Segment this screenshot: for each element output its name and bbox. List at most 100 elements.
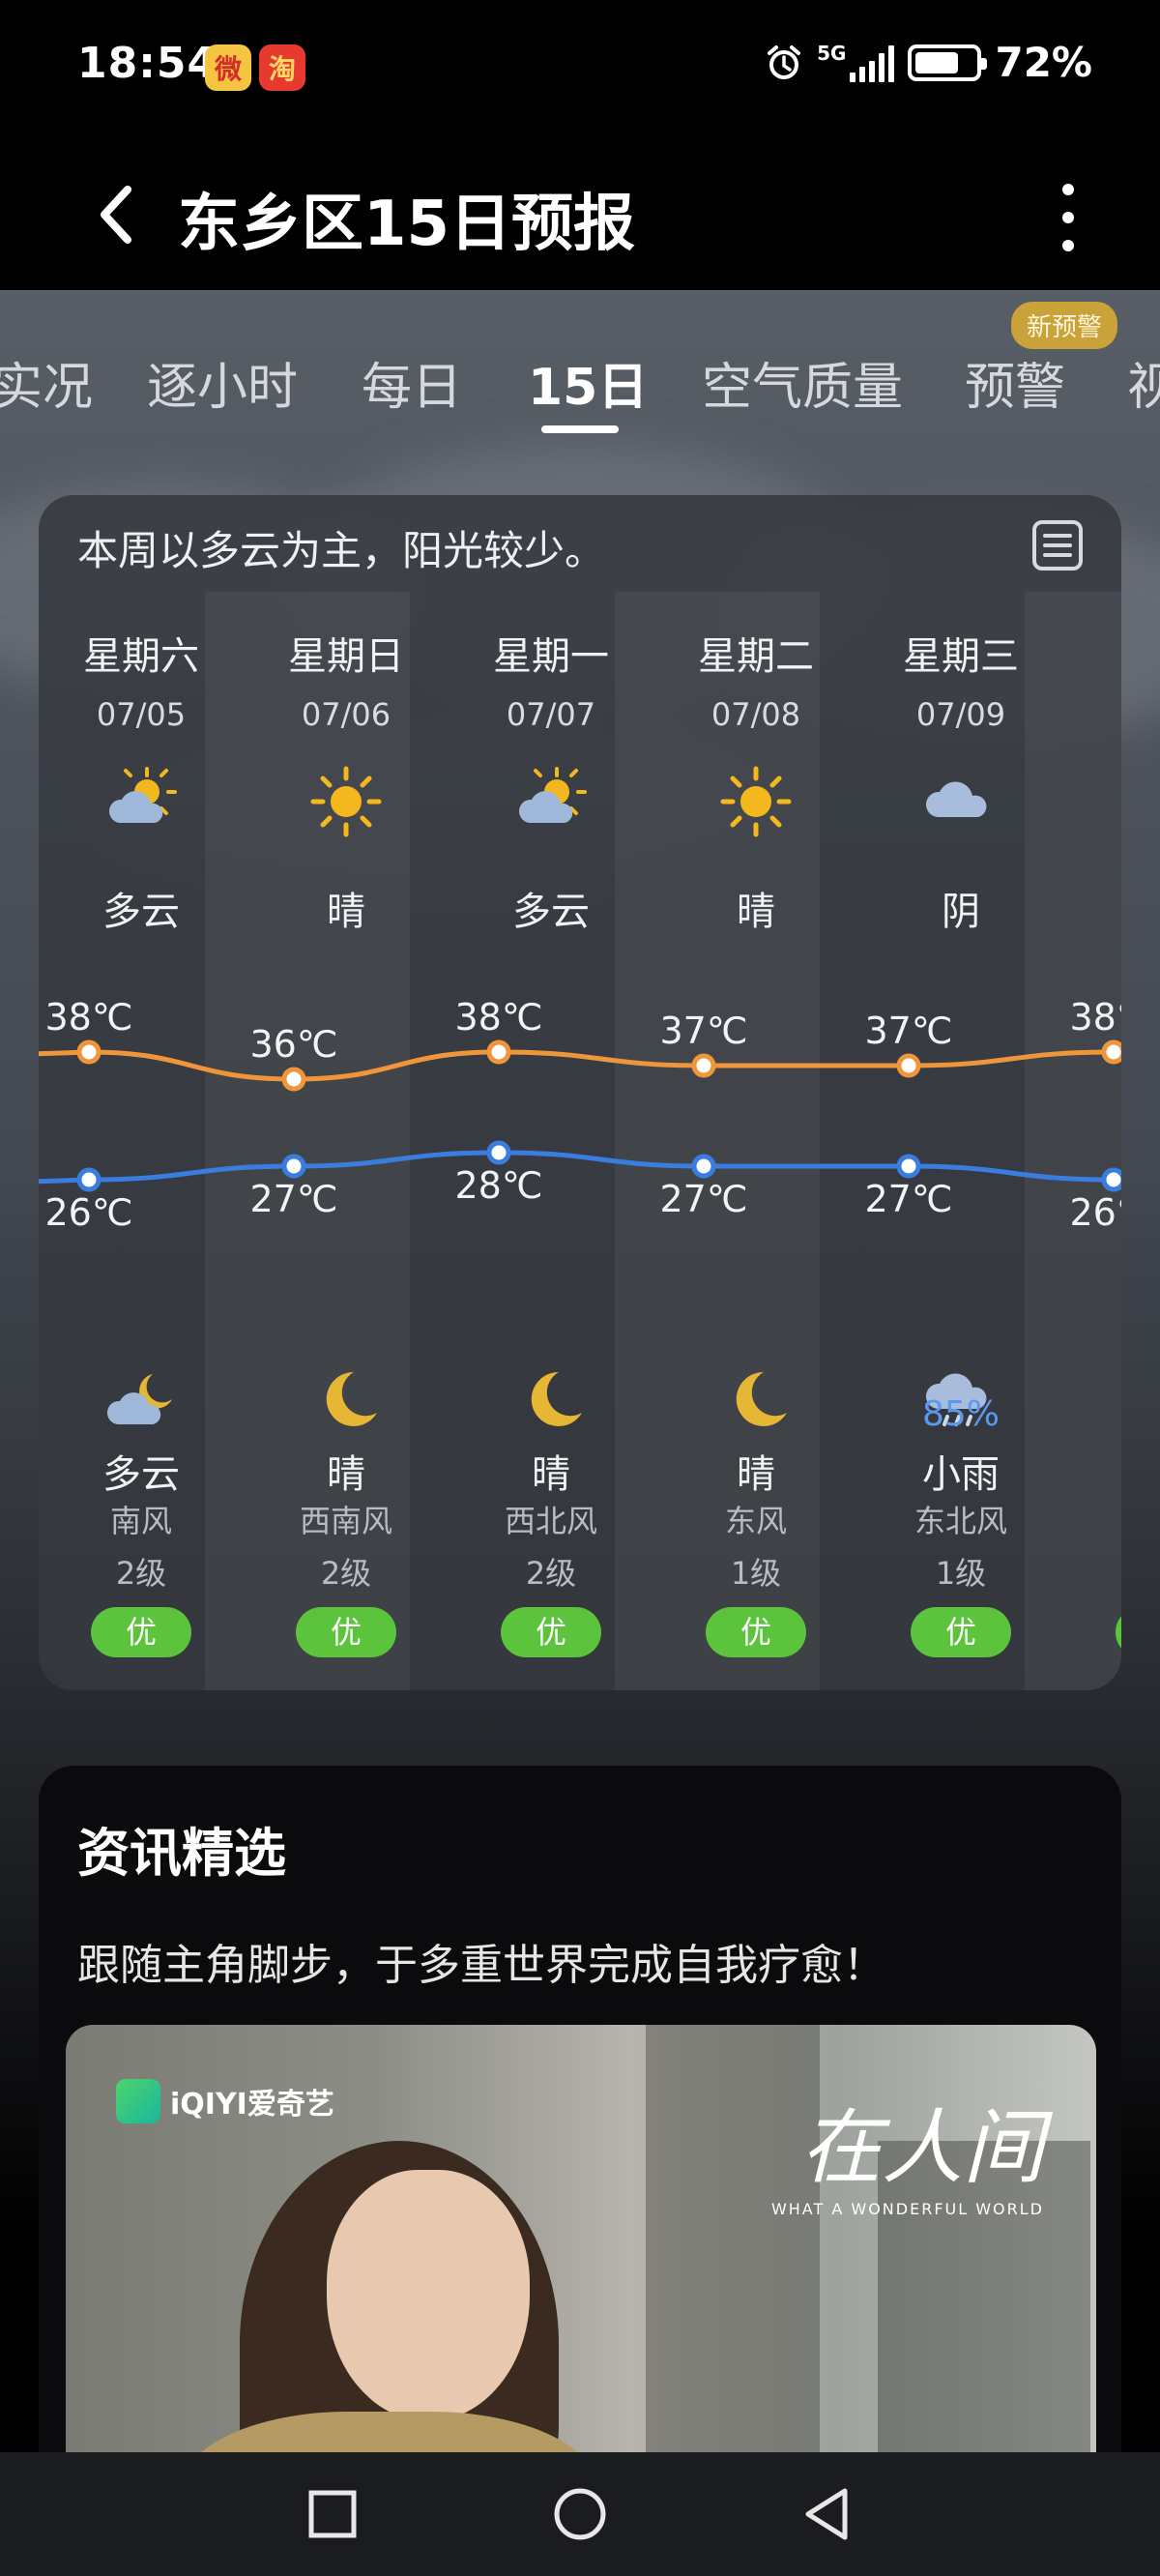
cellular-signal-icon: 5G	[817, 41, 895, 82]
new-alert-badge: 新预警	[1011, 302, 1118, 349]
weekday-label: 星期	[1063, 625, 1121, 681]
forecast-day-column[interactable]: 星期一 07/07 多云 晴 西北风 2级 优	[449, 495, 653, 1690]
weekday-label: 星期一	[493, 634, 609, 679]
page-title: 东乡区15日预报	[178, 189, 636, 260]
wind-direction: 西南风	[299, 1503, 392, 1539]
date-label: 07/05	[96, 696, 187, 733]
wind-direction: 南风	[109, 1503, 172, 1539]
night-condition: 晴	[327, 1452, 365, 1497]
back-nav-icon[interactable]	[798, 2485, 856, 2543]
more-options-icon[interactable]	[1054, 174, 1083, 261]
day-condition: 阴	[942, 890, 980, 934]
air-quality-badge: 优	[296, 1607, 396, 1657]
weekday-label: 星期二	[698, 634, 814, 679]
wind-direction: 东风	[724, 1503, 787, 1539]
air-quality-badge: 优	[501, 1607, 601, 1657]
high-temp-label: 38℃	[1069, 996, 1121, 1039]
weekday-label: 星期六	[83, 634, 199, 679]
low-temp-label: 28℃	[454, 1164, 543, 1207]
high-temp-label: 38℃	[44, 996, 133, 1039]
forecast-card: 本周以多云为主，阳光较少。 星期六 07/05 多云 多云 南风 2级 优 星期…	[39, 495, 1121, 1690]
cloud-icon	[858, 758, 1063, 845]
night-condition: 小雨	[922, 1452, 1000, 1497]
iqiyi-brand-text: iQIYI爱奇艺	[170, 2088, 334, 2122]
status-bar: 18:54 微 淘 5G 72%	[0, 0, 1160, 145]
forecast-day-column[interactable]: 星期六 07/05 多云 多云 南风 2级 优	[39, 495, 244, 1690]
alarm-icon	[768, 44, 801, 79]
night-condition: 晴	[532, 1452, 570, 1497]
low-temp-label: 27℃	[864, 1178, 953, 1220]
wind-level: 2级	[320, 1555, 372, 1592]
moon-icon	[244, 1358, 449, 1445]
drama-title-logo: 在人间 WHAT A WONDERFUL WORLD	[771, 2083, 1044, 2218]
home-icon[interactable]	[551, 2485, 609, 2543]
tab-daily[interactable]: 每日	[362, 346, 462, 419]
tab-air-quality[interactable]: 空气质量	[702, 346, 903, 419]
rain-probability: 85	[1063, 1394, 1121, 1434]
wind-level: 1级	[935, 1555, 987, 1592]
tab-warnings[interactable]: 预警	[965, 346, 1065, 419]
low-temp-label: 27℃	[659, 1178, 748, 1220]
iqiyi-logo: iQIYI爱奇艺	[116, 2079, 334, 2123]
tab-realtime[interactable]: 实况	[0, 346, 93, 419]
wind-direction: 东北风	[914, 1503, 1007, 1539]
night-condition: 小	[1063, 1443, 1121, 1499]
low-temp-label: 26℃	[1069, 1191, 1121, 1234]
iqiyi-logo-icon	[116, 2079, 160, 2123]
rain-probability: 85%	[921, 1394, 1000, 1434]
low-temp-label: 27℃	[249, 1178, 338, 1220]
moon-icon	[653, 1358, 858, 1445]
wind-direction: 东北	[1063, 1497, 1121, 1541]
cloud-icon	[1063, 758, 1121, 845]
sun-icon	[244, 758, 449, 845]
forecast-day-column[interactable]: 星期三 07/09 阴 85% 小雨 东北风 1级 优	[858, 495, 1063, 1690]
tab-15-day[interactable]: 15日	[528, 346, 648, 419]
night-condition: 多云	[102, 1452, 180, 1497]
system-navigation-bar	[0, 2452, 1160, 2576]
wind-level: 2级	[115, 1555, 167, 1592]
night-condition: 晴	[737, 1452, 775, 1497]
wind-level: 1级	[730, 1555, 782, 1592]
person-face	[327, 2170, 530, 2421]
taobao-notification-icon: 淘	[259, 44, 305, 91]
recent-apps-icon[interactable]	[304, 2485, 362, 2543]
news-card: 资讯精选 跟随主角脚步，于多重世界完成自我疗愈！ iQIYI爱奇艺 在人间 WH…	[39, 1766, 1121, 2501]
day-condition: 多云	[512, 890, 590, 934]
news-section-title: 资讯精选	[77, 1823, 286, 1884]
tab-hourly[interactable]: 逐小时	[147, 346, 298, 419]
forecast-day-column[interactable]: 星期二 07/08 晴 晴 东风 1级 优	[653, 495, 858, 1690]
network-type: 5G	[817, 41, 847, 65]
battery-icon	[908, 44, 988, 81]
tab-video[interactable]: 视	[1127, 346, 1160, 419]
air-quality-badge: 优	[706, 1607, 806, 1657]
status-time: 18:54	[77, 39, 218, 88]
forecast-day-column[interactable]: 星期日 07/06 晴 晴 西南风 2级 优	[244, 495, 449, 1690]
weather-app-screen: 18:54 微 淘 5G 72% 东乡区15日预报 实况 逐小时 每日 15日 …	[0, 0, 1160, 2576]
high-temp-label: 36℃	[249, 1023, 338, 1066]
date-label: 07/08	[710, 696, 801, 733]
air-quality-badge: 优	[91, 1607, 191, 1657]
date-label: 07/	[1063, 696, 1121, 733]
wind-level: 1	[1063, 1549, 1121, 1586]
back-arrow-icon[interactable]	[87, 176, 145, 253]
day-condition: 晴	[327, 890, 365, 934]
active-tab-indicator	[541, 425, 619, 433]
day-condition: 多云	[102, 890, 180, 934]
day-condition: 晴	[737, 890, 775, 934]
low-temp-label: 26℃	[44, 1191, 133, 1234]
wind-direction: 西北风	[504, 1503, 597, 1539]
sun-icon	[653, 758, 858, 845]
high-temp-label: 38℃	[454, 996, 543, 1039]
air-quality-badge: 优	[1116, 1607, 1121, 1657]
forecast-day-column[interactable]: 星期 07/ 阴 85 小 东北 1 优	[1063, 495, 1121, 1690]
status-indicators: 5G 72%	[765, 39, 1092, 86]
partly-cloudy-day-icon	[449, 758, 653, 845]
high-temp-label: 37℃	[659, 1010, 748, 1052]
moon-icon	[449, 1358, 653, 1445]
drama-subtitle: WHAT A WONDERFUL WORLD	[770, 2200, 1044, 2218]
news-headline[interactable]: 跟随主角脚步，于多重世界完成自我疗愈！	[77, 1930, 885, 1992]
weibo-notification-icon: 微	[205, 44, 251, 91]
news-image[interactable]: iQIYI爱奇艺 在人间 WHAT A WONDERFUL WORLD	[66, 2025, 1096, 2501]
drama-title: 在人间	[799, 2100, 1044, 2195]
high-temp-label: 37℃	[864, 1010, 953, 1052]
